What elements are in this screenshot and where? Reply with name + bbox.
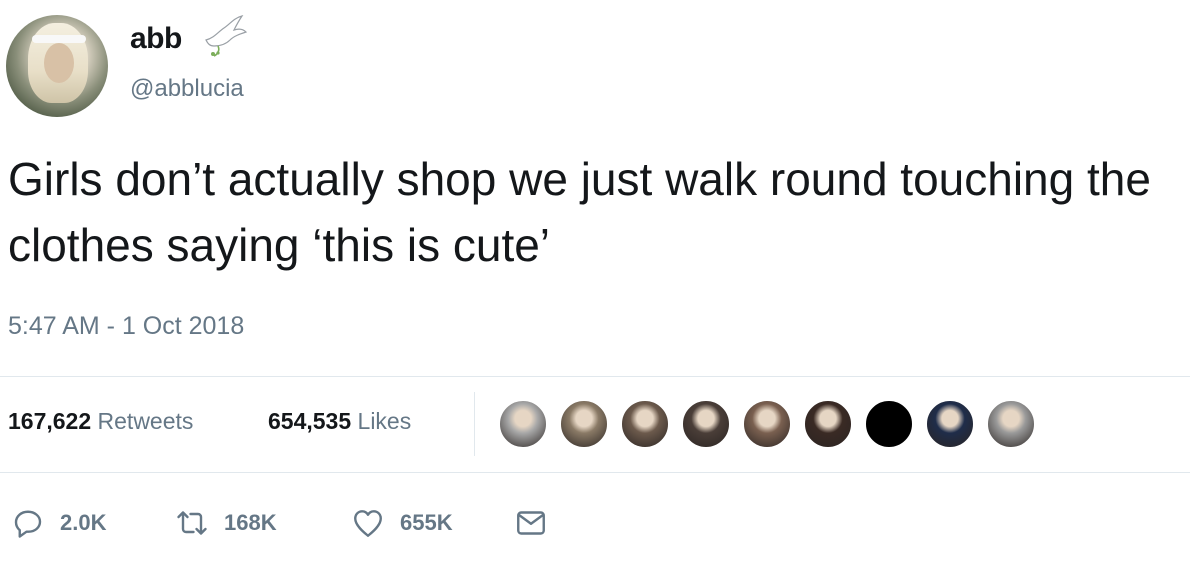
divider [0, 472, 1190, 473]
action-bar: 2.0K 168K 655K [0, 500, 1190, 546]
like-count: 655K [400, 510, 453, 535]
likes-count: 654,535 [268, 408, 352, 434]
avatar-headband [32, 35, 86, 43]
liker-avatar[interactable] [681, 399, 731, 449]
avatar-face [44, 43, 74, 83]
liker-avatar[interactable] [498, 399, 548, 449]
dove-icon [205, 15, 248, 57]
liker-avatar[interactable] [742, 399, 792, 449]
retweets-label: Retweets [97, 408, 194, 434]
reply-count: 2.0K [60, 510, 107, 535]
liker-avatar[interactable] [986, 399, 1036, 449]
display-name[interactable]: abb [130, 22, 182, 56]
reply-icon [14, 510, 42, 538]
like-button[interactable]: 655K [350, 500, 453, 546]
stats-divider [474, 392, 475, 456]
direct-message-button[interactable] [513, 500, 549, 546]
liker-avatar[interactable] [925, 399, 975, 449]
divider [0, 376, 1190, 377]
avatar[interactable] [6, 15, 108, 117]
liker-avatar[interactable] [559, 399, 609, 449]
tweet-timestamp[interactable]: 5:47 AM - 1 Oct 2018 [8, 312, 244, 341]
retweet-icon [177, 511, 207, 535]
likes-label: Likes [357, 408, 412, 434]
retweets-stat[interactable]: 167,622 Retweets [8, 408, 193, 435]
heart-icon [354, 510, 382, 537]
retweet-button[interactable]: 168K [174, 500, 277, 546]
liker-avatar[interactable] [620, 399, 670, 449]
likes-stat[interactable]: 654,535 Likes [268, 408, 411, 435]
envelope-icon [517, 511, 545, 535]
tweet-text: Girls don’t actually shop we just walk r… [8, 153, 1151, 271]
reply-button[interactable]: 2.0K [10, 500, 106, 546]
user-handle[interactable]: @abblucia [130, 75, 244, 103]
retweets-count: 167,622 [8, 408, 92, 434]
liker-avatar[interactable] [803, 399, 853, 449]
liker-avatar[interactable] [864, 399, 914, 449]
retweet-count: 168K [224, 510, 277, 535]
